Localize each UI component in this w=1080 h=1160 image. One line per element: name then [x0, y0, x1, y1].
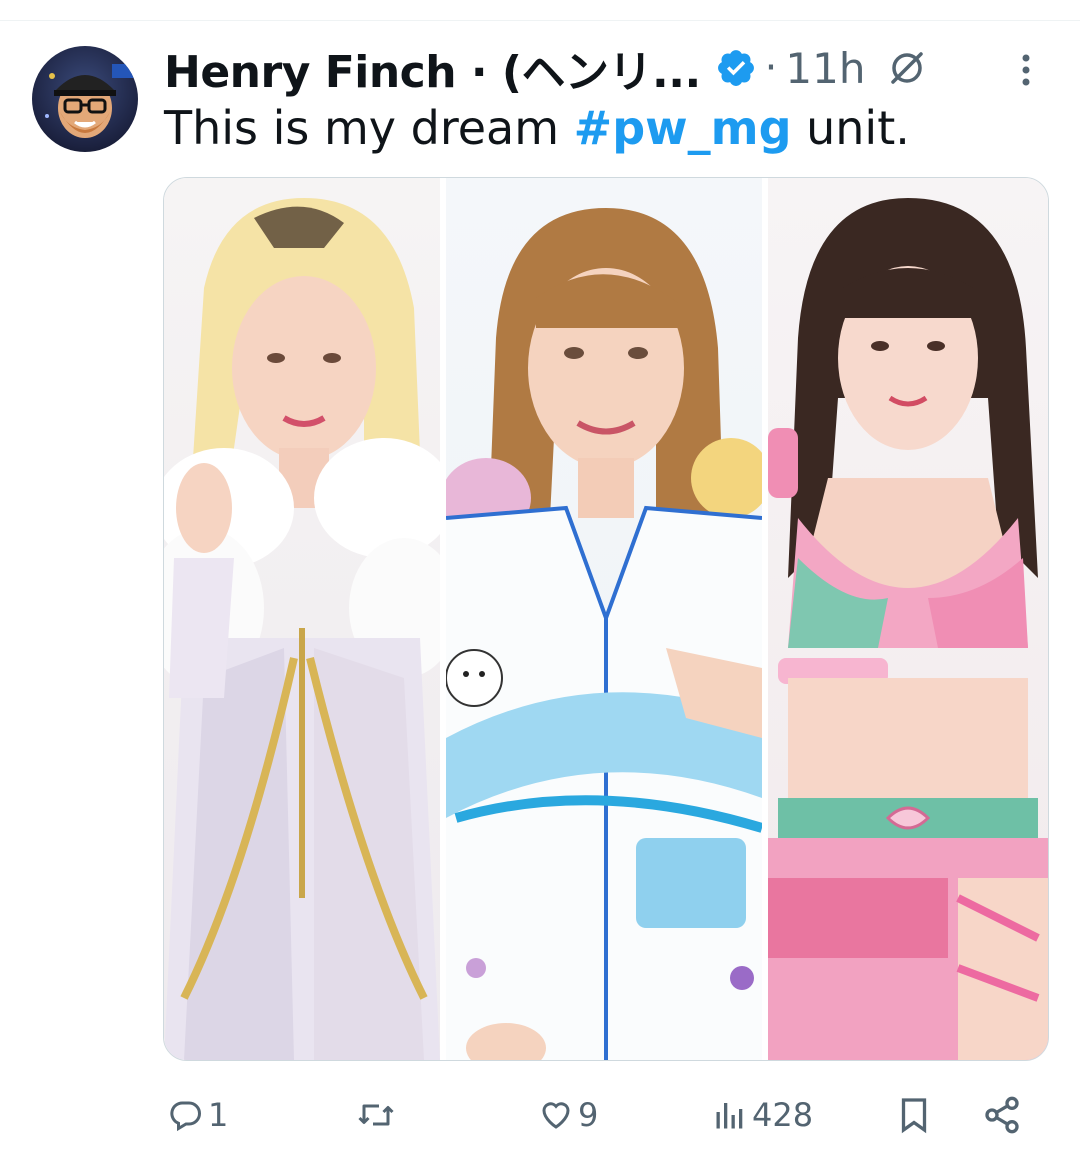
share-button[interactable]: [982, 1085, 1022, 1145]
bookmark-icon: [896, 1095, 932, 1135]
photo-wrestler-center[interactable]: [446, 178, 762, 1060]
photo-wrestler-right[interactable]: [768, 178, 1048, 1060]
bookmark-button[interactable]: [896, 1085, 932, 1145]
like-count: 9: [578, 1096, 599, 1134]
avatar[interactable]: [32, 46, 138, 152]
share-icon: [982, 1095, 1022, 1135]
top-divider: [0, 20, 1080, 21]
tweet-text: This is my dream #pw_mg unit.: [164, 98, 910, 158]
repost-button[interactable]: [356, 1085, 400, 1145]
grok-icon[interactable]: [887, 48, 927, 88]
reply-count: 1: [208, 1096, 229, 1134]
views-button[interactable]: 428: [712, 1085, 813, 1145]
photo-wrestler-left[interactable]: [164, 178, 440, 1060]
hashtag-link[interactable]: #pw_mg: [574, 101, 792, 155]
like-button[interactable]: 9: [538, 1085, 598, 1145]
reply-button[interactable]: 1: [168, 1085, 228, 1145]
author-name[interactable]: Henry Finch · (ヘンリ...: [164, 36, 701, 100]
tweet-header: Henry Finch · (ヘンリ... · 11h: [164, 38, 927, 98]
reply-icon: [168, 1097, 204, 1133]
repost-icon: [356, 1097, 396, 1133]
tweet-actions: 1 9 428: [0, 1085, 1080, 1145]
verified-badge-icon[interactable]: [715, 47, 757, 89]
more-options-icon[interactable]: [1014, 50, 1038, 90]
views-count: 428: [752, 1096, 814, 1134]
like-icon: [538, 1097, 574, 1133]
timestamp[interactable]: 11h: [785, 44, 865, 93]
tweet-text-after: unit.: [791, 101, 910, 155]
separator-dot: ·: [764, 45, 778, 91]
media-grid[interactable]: [163, 177, 1049, 1061]
views-icon: [712, 1097, 748, 1133]
tweet-text-before: This is my dream: [164, 101, 574, 155]
